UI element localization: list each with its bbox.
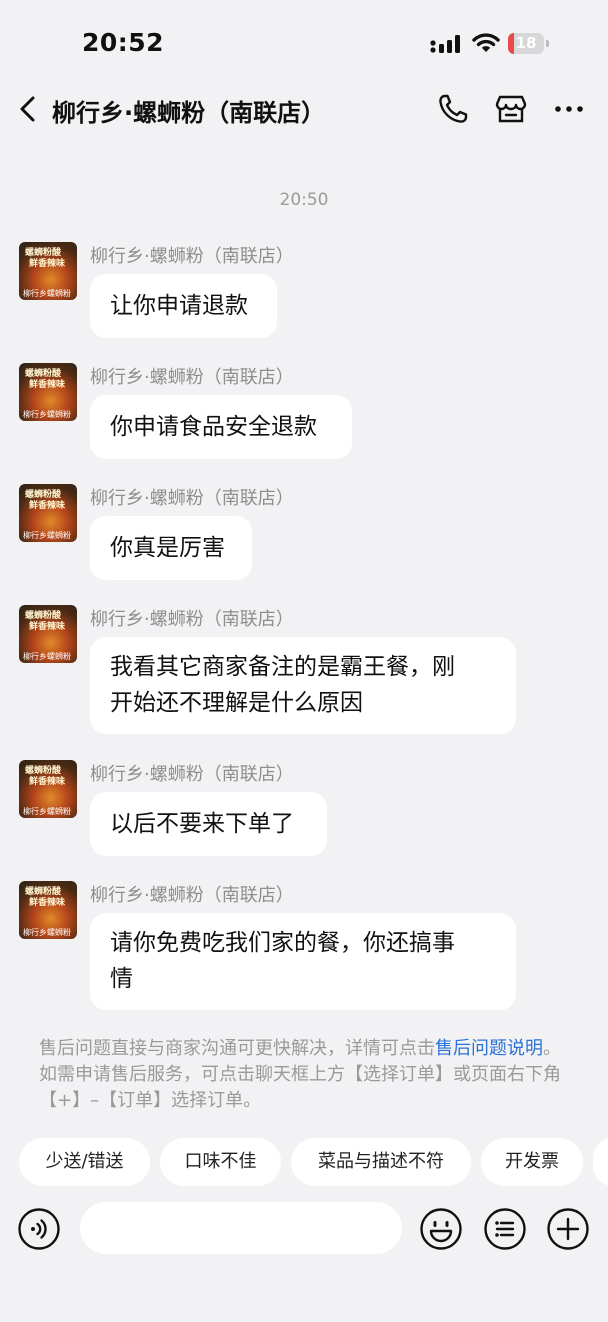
merchant-avatar[interactable]: 螺蛳粉酸 鲜香辣味 柳行乡螺蛳粉 (19, 605, 77, 663)
chat-timestamp: 20:50 (279, 190, 329, 210)
quick-reply-chip[interactable]: 口味不佳 (160, 1138, 281, 1186)
message-bubble[interactable]: 我看其它商家备注的是霸王餐，刚 开始还不理解是什么原因 (90, 637, 516, 734)
quick-reply-chip[interactable]: 菜品与描述不符 (291, 1138, 471, 1186)
cellular-signal-icon (430, 35, 460, 53)
voice-icon[interactable] (18, 1208, 60, 1250)
emoji-icon[interactable] (420, 1208, 462, 1250)
sender-name: 柳行乡·螺蛳粉（南联店） (90, 764, 294, 785)
merchant-avatar[interactable]: 螺蛳粉酸 鲜香辣味 柳行乡螺蛳粉 (19, 881, 77, 939)
quick-reply-chip-partial[interactable] (593, 1138, 608, 1186)
quick-reply-chip[interactable]: 少送/错送 (19, 1138, 150, 1186)
sender-name: 柳行乡·螺蛳粉（南联店） (90, 367, 294, 388)
plus-icon[interactable] (547, 1208, 589, 1250)
message-bubble[interactable]: 你真是厉害 (90, 516, 252, 580)
merchant-avatar[interactable]: 螺蛳粉酸 鲜香辣味 柳行乡螺蛳粉 (19, 484, 77, 542)
phone-icon[interactable] (436, 92, 470, 126)
merchant-avatar[interactable]: 螺蛳粉酸 鲜香辣味 柳行乡螺蛳粉 (19, 242, 77, 300)
more-icon[interactable] (552, 92, 586, 126)
sender-name: 柳行乡·螺蛳粉（南联店） (90, 488, 294, 509)
after-sales-help-link[interactable]: 售后问题说明 (435, 1038, 543, 1059)
sender-name: 柳行乡·螺蛳粉（南联店） (90, 885, 294, 906)
battery-indicator: 18 (508, 33, 550, 54)
status-bar: 20:52 18 (0, 0, 608, 88)
status-time: 20:52 (82, 28, 165, 57)
message-bubble[interactable]: 你申请食品安全退款 (90, 395, 352, 459)
message-input[interactable] (80, 1202, 402, 1254)
back-arrow-icon[interactable] (16, 94, 40, 124)
wifi-icon (472, 33, 500, 52)
after-sales-notice: 售后问题直接与商家沟通可更快解决，详情可点击售后问题说明。如需申请售后服务，可点… (39, 1038, 561, 1111)
message-bubble[interactable]: 请你免费吃我们家的餐，你还搞事 情 (90, 913, 516, 1010)
battery-percent: 18 (515, 34, 537, 52)
quick-reply-chip[interactable]: 开发票 (481, 1138, 583, 1186)
message-bubble[interactable]: 以后不要来下单了 (90, 792, 327, 856)
sender-name: 柳行乡·螺蛳粉（南联店） (90, 609, 294, 630)
message-input-bar (0, 1198, 608, 1262)
chat-header: 柳行乡·螺蛳粉（南联店） (0, 80, 608, 140)
quick-phrase-icon[interactable] (484, 1208, 526, 1250)
merchant-avatar[interactable]: 螺蛳粉酸 鲜香辣味 柳行乡螺蛳粉 (19, 760, 77, 818)
merchant-avatar[interactable]: 螺蛳粉酸 鲜香辣味 柳行乡螺蛳粉 (19, 363, 77, 421)
sender-name: 柳行乡·螺蛳粉（南联店） (90, 246, 294, 267)
chat-title: 柳行乡·螺蛳粉（南联店） (52, 99, 326, 127)
store-icon[interactable] (494, 92, 528, 126)
message-bubble[interactable]: 让你申请退款 (90, 274, 277, 338)
